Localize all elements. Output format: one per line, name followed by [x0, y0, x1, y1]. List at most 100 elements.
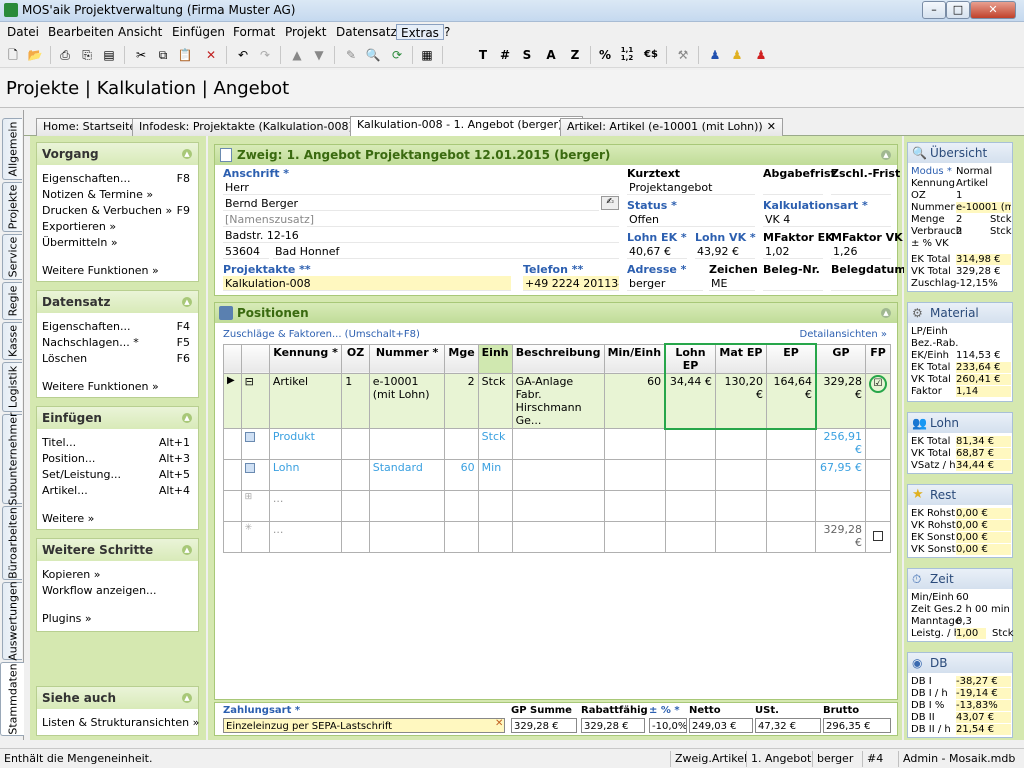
fp-checkbox[interactable]: ☑: [868, 375, 887, 393]
menu-einfuegen[interactable]: Einfügen: [168, 24, 229, 40]
pct-field[interactable]: -10,0%: [649, 718, 687, 733]
vorgang-header[interactable]: Vorgang: [37, 143, 198, 165]
col-ep[interactable]: EP: [766, 343, 817, 374]
col-nummer[interactable]: Nummer *: [368, 343, 446, 374]
delete-icon[interactable]: ✕: [202, 46, 220, 64]
col-einh[interactable]: Einh: [477, 343, 513, 374]
vtab-auswertungen[interactable]: Auswertungen: [2, 581, 22, 661]
refresh-icon[interactable]: ⟳: [388, 46, 406, 64]
collapse-row-icon[interactable]: ⊟: [240, 373, 270, 429]
vtab-bueroarbeiten[interactable]: Büroarbeiten: [2, 506, 22, 580]
projektakte-field[interactable]: Kalkulation-008: [223, 276, 511, 291]
einfuegen-header[interactable]: Einfügen: [37, 407, 198, 429]
plz-field[interactable]: 53604: [223, 244, 269, 259]
col-mge[interactable]: Mge: [444, 343, 479, 374]
percent-icon[interactable]: %: [596, 46, 614, 64]
mfek-field[interactable]: 1,02: [763, 244, 823, 259]
col-gp[interactable]: GP: [815, 343, 866, 374]
datensatz-nachschlagen[interactable]: Nachschlagen... *: [42, 336, 139, 349]
close-window-button[interactable]: ✕: [970, 1, 1016, 19]
db-header[interactable]: DB: [908, 653, 1012, 673]
collapse-icon[interactable]: ▲: [182, 693, 192, 703]
schritte-plugins[interactable]: Plugins »: [42, 612, 92, 625]
ort-field[interactable]: Bad Honnef: [273, 244, 619, 259]
zwischensumme-icon[interactable]: Z: [566, 46, 584, 64]
collapse-icon[interactable]: ▲: [182, 413, 192, 423]
maximize-button[interactable]: □: [946, 1, 970, 19]
currency-icon[interactable]: €$: [642, 46, 660, 64]
tab-artikel[interactable]: Artikel: Artikel (e-10001 (mit Lohn)) ✕: [560, 118, 783, 136]
table-row[interactable]: ⊞ ...: [223, 490, 892, 522]
einfuegen-weitere[interactable]: Weitere »: [42, 512, 94, 525]
tools-icon[interactable]: ⚒: [674, 46, 692, 64]
print-preview-icon[interactable]: ⎘: [78, 46, 96, 64]
telefon-field[interactable]: +49 2224 2011345: [523, 276, 619, 291]
col-mat-ep[interactable]: Mat EP: [714, 343, 768, 374]
vorgang-exportieren[interactable]: Exportieren »: [42, 220, 116, 233]
zschlfrist-field[interactable]: [831, 180, 891, 195]
clear-icon[interactable]: ✕: [495, 718, 503, 729]
vorgang-eigenschaften[interactable]: Eigenschaften...: [42, 172, 130, 185]
siehe-listen[interactable]: Listen & Strukturansichten »: [42, 716, 199, 729]
table-row[interactable]: Produkt Stck 256,91 €: [223, 428, 892, 460]
search-icon[interactable]: 🔍: [364, 46, 382, 64]
schritte-header[interactable]: Weitere Schritte: [37, 539, 198, 561]
preview-icon[interactable]: ▤: [100, 46, 118, 64]
belegnr-field[interactable]: [763, 276, 823, 291]
collapse-icon[interactable]: ▲: [881, 150, 891, 160]
einfuegen-position[interactable]: Position...: [42, 452, 95, 465]
collapse-icon[interactable]: ▲: [881, 308, 891, 318]
col-oz[interactable]: OZ: [341, 343, 370, 374]
close-tab-icon[interactable]: ✕: [767, 120, 776, 133]
mfvk-field[interactable]: 1,26: [831, 244, 891, 259]
titel-icon[interactable]: T: [474, 46, 492, 64]
copy-icon[interactable]: ⧉: [154, 46, 172, 64]
datensatz-eigenschaften[interactable]: Eigenschaften...: [42, 320, 130, 333]
lohnek-field[interactable]: 40,67 €: [627, 244, 687, 259]
kurztext-field[interactable]: Projektangebot: [627, 180, 755, 195]
name-field[interactable]: Bernd Berger: [223, 196, 599, 211]
vtab-logistik[interactable]: Logistik: [2, 362, 22, 412]
menu-format[interactable]: Format: [229, 24, 279, 40]
col-lohn-ep[interactable]: Lohn EP: [664, 343, 716, 374]
table-row[interactable]: ▶ ⊟ Artikel 1 e-10001 (mit Lohn) 2 Stck …: [223, 373, 892, 430]
menu-extras[interactable]: Extras: [396, 24, 444, 40]
tab-infodesk[interactable]: Infodesk: Projektakte (Kalkulation-008)✕: [132, 118, 373, 136]
undo-icon[interactable]: ↶: [234, 46, 252, 64]
col-min-einh[interactable]: Min/Einh: [603, 343, 666, 374]
vtab-allgemein[interactable]: Allgemein: [2, 118, 22, 180]
collapse-icon[interactable]: ▲: [182, 149, 192, 159]
zuschlaege-link[interactable]: Zuschläge & Faktoren... (Umschalt+F8): [223, 329, 420, 340]
fp-checkbox[interactable]: [872, 531, 883, 541]
namenszusatz-field[interactable]: [Namenszusatz]: [223, 212, 619, 227]
collapse-icon[interactable]: ▲: [182, 545, 192, 555]
einfuegen-titel[interactable]: Titel...: [42, 436, 76, 449]
move-up-icon[interactable]: ▲: [288, 46, 306, 64]
new-document-icon[interactable]: 🗋: [4, 46, 22, 64]
factor-icon[interactable]: 1,1 1,2: [618, 46, 636, 64]
tab-kalkulation[interactable]: Kalkulation-008 - 1. Angebot (berger)✕: [350, 116, 583, 136]
edit-icon[interactable]: ✎: [342, 46, 360, 64]
menu-datensatz[interactable]: Datensatz: [332, 24, 401, 40]
paste-icon[interactable]: 📋: [176, 46, 194, 64]
move-down-icon[interactable]: ▼: [310, 46, 328, 64]
user-yellow-icon[interactable]: ♟: [728, 46, 746, 64]
vtab-stammdaten[interactable]: Stammdaten: [0, 662, 24, 736]
detailansichten-link[interactable]: Detailansichten »: [800, 329, 887, 340]
datensatz-loeschen[interactable]: Löschen: [42, 352, 87, 365]
anrede-field[interactable]: Herr: [223, 180, 619, 195]
vorgang-weitere[interactable]: Weitere Funktionen »: [42, 264, 159, 277]
lohnvk-field[interactable]: 43,92 €: [695, 244, 755, 259]
col-beschreibung[interactable]: Beschreibung: [511, 343, 605, 374]
grid-icon[interactable]: ▦: [418, 46, 436, 64]
schritte-kopieren[interactable]: Kopieren »: [42, 568, 100, 581]
einfuegen-artikel[interactable]: Artikel...: [42, 484, 88, 497]
strasse-field[interactable]: Badstr. 12-16: [223, 228, 619, 243]
menu-help[interactable]: ?: [440, 24, 454, 40]
menu-bearbeiten[interactable]: Bearbeiten: [44, 24, 118, 40]
vorgang-drucken[interactable]: Drucken & Verbuchen »: [42, 204, 172, 217]
belegdatum-field[interactable]: [831, 276, 891, 291]
status-field[interactable]: Offen: [627, 212, 755, 227]
zeichen-field[interactable]: ME: [709, 276, 755, 291]
material-header[interactable]: Material: [908, 303, 1012, 323]
